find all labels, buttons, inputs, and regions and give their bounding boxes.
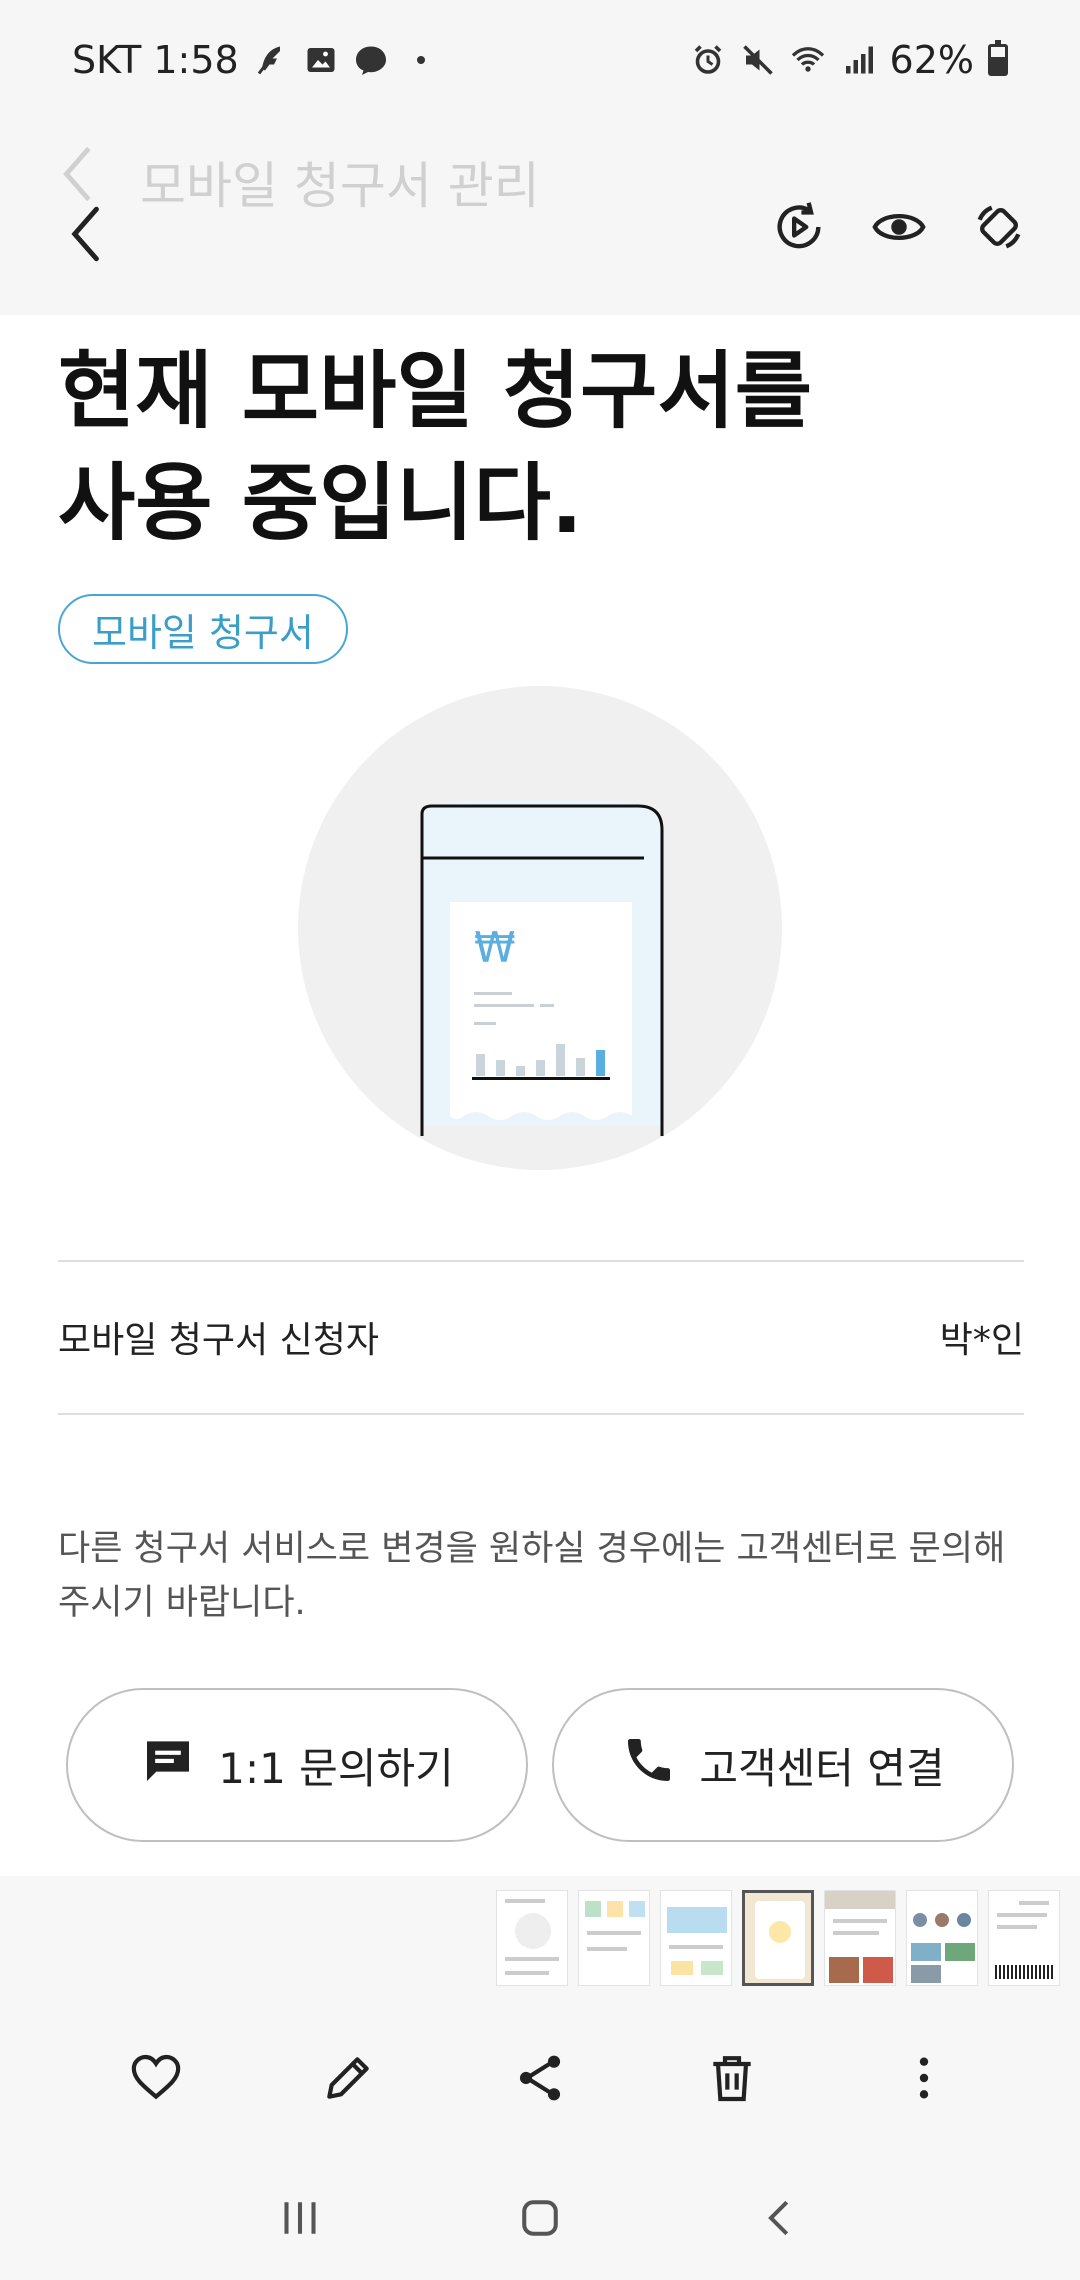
nav-back-icon bbox=[753, 2191, 807, 2249]
delete-button[interactable] bbox=[692, 2040, 772, 2120]
thumbnail[interactable] bbox=[906, 1890, 978, 1986]
collapsed-title: 모바일 청구서 관리 bbox=[140, 157, 540, 215]
thumbnail[interactable] bbox=[824, 1890, 896, 1986]
battery-icon bbox=[988, 40, 1008, 76]
mobile-bill-illustration: ₩ bbox=[298, 686, 782, 1170]
more-button[interactable] bbox=[884, 2040, 964, 2120]
thumbnail[interactable] bbox=[660, 1890, 732, 1986]
back-button[interactable] bbox=[56, 200, 112, 272]
feather-icon bbox=[253, 42, 289, 78]
applicant-row: 모바일 청구서 신청자 박*인 bbox=[58, 1262, 1024, 1412]
more-vertical-icon bbox=[896, 2050, 952, 2110]
header-actions bbox=[768, 198, 1030, 260]
chat-icon bbox=[140, 1732, 196, 1798]
thumbnail[interactable] bbox=[988, 1890, 1060, 1986]
status-right: 62% bbox=[690, 38, 1008, 82]
applicant-value: 박*인 bbox=[939, 1320, 1024, 1361]
applicant-label: 모바일 청구서 신청자 bbox=[58, 1320, 379, 1361]
thumbnail-list bbox=[496, 1890, 1060, 1986]
gallery-strip bbox=[0, 1876, 1080, 2000]
pencil-icon bbox=[320, 2050, 376, 2110]
back-icon bbox=[65, 203, 103, 269]
carrier-time: SKT 1:58 bbox=[72, 38, 239, 82]
rotate-button[interactable] bbox=[968, 198, 1030, 260]
currency-symbol: ₩ bbox=[474, 923, 516, 972]
thumbnail[interactable] bbox=[496, 1890, 568, 1986]
call-button-label: 고객센터 연결 bbox=[699, 1743, 945, 1793]
favorite-button[interactable] bbox=[116, 2040, 196, 2120]
edit-button[interactable] bbox=[308, 2040, 388, 2120]
mute-icon bbox=[740, 42, 776, 78]
share-icon bbox=[512, 2050, 568, 2110]
ghost-back-icon bbox=[56, 142, 96, 206]
home-icon bbox=[513, 2191, 567, 2249]
phone-icon bbox=[621, 1732, 677, 1798]
home-button[interactable] bbox=[500, 2180, 580, 2260]
status-bar: SKT 1:58 62% bbox=[0, 0, 1080, 120]
page-headline: 현재 모바일 청구서를 사용 중입니다. bbox=[58, 335, 1018, 559]
notification-dot bbox=[416, 56, 425, 64]
divider-bottom bbox=[58, 1413, 1024, 1415]
heart-icon bbox=[128, 2050, 184, 2110]
thumbnail-selected[interactable] bbox=[742, 1890, 814, 1986]
signal-icon bbox=[840, 42, 876, 78]
rotate-icon bbox=[970, 198, 1028, 260]
eye-icon bbox=[870, 198, 928, 260]
replay-button[interactable] bbox=[768, 198, 830, 260]
call-center-button[interactable]: 고객센터 연결 bbox=[552, 1688, 1014, 1842]
battery-percent: 62% bbox=[889, 38, 974, 82]
system-nav-bar bbox=[0, 2160, 1080, 2280]
app-header: 모바일 청구서 관리 bbox=[0, 120, 1080, 315]
recents-icon bbox=[273, 2191, 327, 2249]
inquiry-button[interactable]: 1:1 문의하기 bbox=[66, 1688, 528, 1842]
notice-text: 다른 청구서 서비스로 변경을 원하실 경우에는 고객센터로 문의해 주시기 바… bbox=[58, 1529, 1006, 1623]
recents-button[interactable] bbox=[260, 2180, 340, 2260]
headline-line-1: 현재 모바일 청구서를 bbox=[58, 342, 813, 440]
status-left: SKT 1:58 bbox=[72, 38, 439, 82]
share-button[interactable] bbox=[500, 2040, 580, 2120]
bill-type-chip: 모바일 청구서 bbox=[58, 594, 348, 664]
trash-icon bbox=[704, 2050, 760, 2110]
gallery-icon bbox=[303, 42, 339, 78]
inquiry-button-label: 1:1 문의하기 bbox=[218, 1743, 454, 1793]
wifi-icon bbox=[790, 42, 826, 78]
headline-line-2: 사용 중입니다. bbox=[58, 454, 583, 552]
replay-icon bbox=[770, 198, 828, 260]
messenger-icon bbox=[353, 42, 389, 78]
alarm-icon bbox=[690, 42, 726, 78]
nav-back-button[interactable] bbox=[740, 2180, 820, 2260]
viewer-toolbar bbox=[0, 2000, 1080, 2160]
view-button[interactable] bbox=[868, 198, 930, 260]
thumbnail[interactable] bbox=[578, 1890, 650, 1986]
